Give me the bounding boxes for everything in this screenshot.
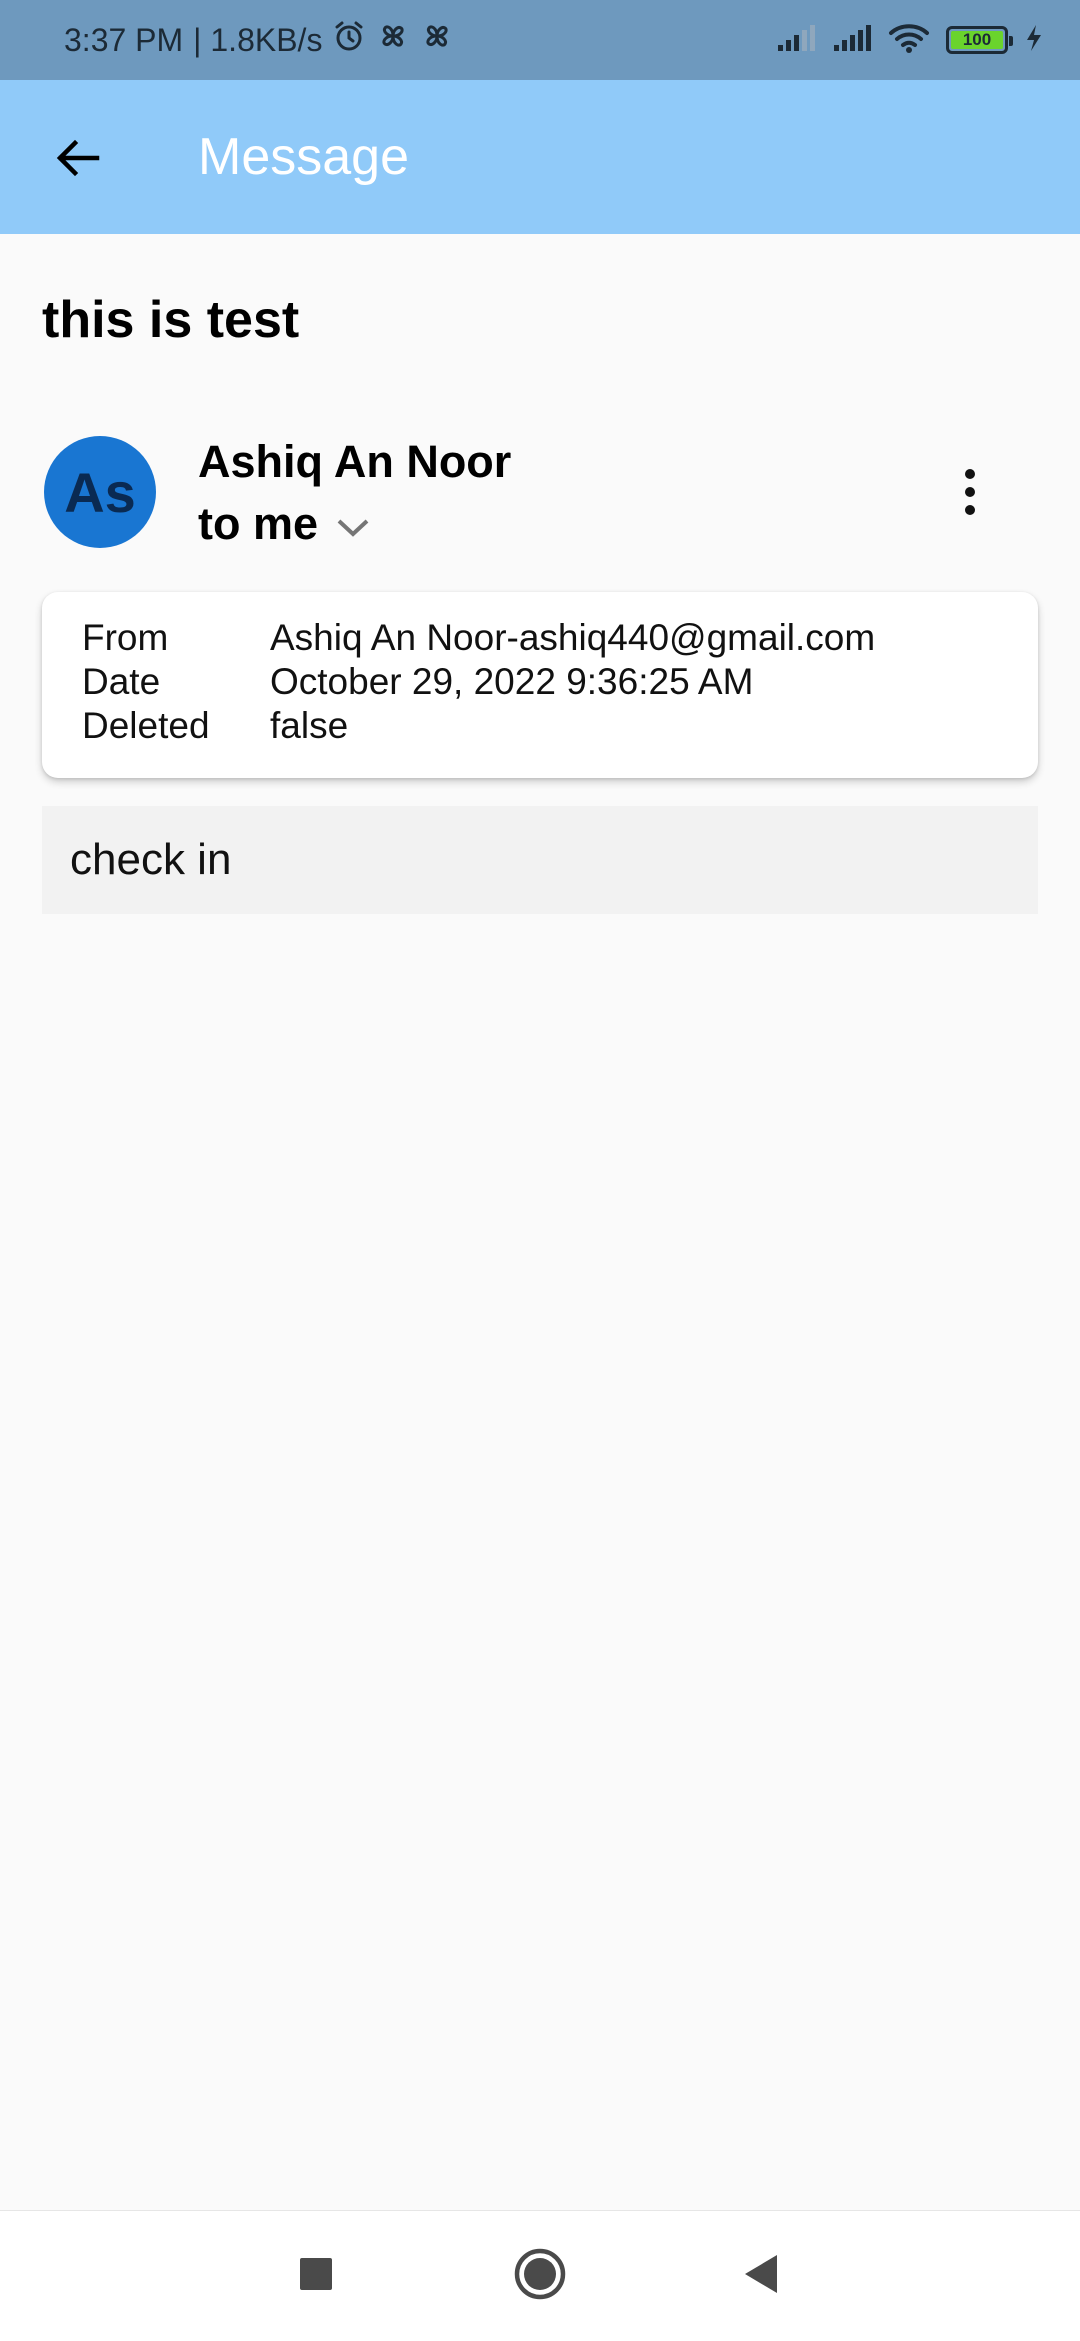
recipient-label: to me xyxy=(198,498,319,549)
detail-label: Date xyxy=(82,661,161,702)
detail-label: Deleted xyxy=(82,705,210,746)
signal-icon xyxy=(832,23,872,58)
sender-name: Ashiq An Noor xyxy=(198,436,512,487)
arrow-back-icon xyxy=(53,133,103,188)
battery-level-text: 100 xyxy=(962,30,992,49)
system-back-button[interactable] xyxy=(726,2241,796,2311)
detail-value-date: October 29, 2022 9:36:25 AM xyxy=(270,661,754,702)
signal-icon xyxy=(776,23,816,58)
system-navigation-bar xyxy=(0,2210,1080,2341)
recents-button[interactable] xyxy=(281,2241,351,2311)
status-time: 3:37 PM xyxy=(64,21,184,58)
home-button[interactable] xyxy=(505,2241,575,2311)
pinwheel-icon xyxy=(420,19,454,61)
wifi-icon xyxy=(888,22,930,59)
more-options-button[interactable] xyxy=(930,452,1010,532)
avatar: As xyxy=(44,436,156,548)
charging-bolt-icon xyxy=(1024,23,1044,58)
triangle-back-icon xyxy=(741,2252,781,2301)
pinwheel-icon xyxy=(376,19,410,61)
detail-row-date: Date October 29, 2022 9:36:25 AM xyxy=(82,660,1038,704)
chevron-down-icon xyxy=(336,498,370,550)
detail-value-from: Ashiq An Noor-ashiq440@gmail.com xyxy=(270,617,876,658)
status-right: 100 xyxy=(776,0,1044,80)
alarm-icon xyxy=(332,19,366,61)
detail-value-deleted: false xyxy=(270,705,349,746)
page-title: Message xyxy=(198,128,409,186)
square-icon xyxy=(299,2257,333,2296)
message-body: check in xyxy=(42,806,1038,914)
detail-row-from: From Ashiq An Noor-ashiq440@gmail.com xyxy=(82,616,1038,660)
status-left: 3:37 PM | 1.8KB/s xyxy=(64,0,454,80)
app-bar: Message xyxy=(0,80,1080,234)
status-network-speed: | 1.8KB/s xyxy=(193,21,323,58)
message-subject: this is test xyxy=(42,291,300,349)
more-vert-dot xyxy=(965,505,975,515)
detail-label: From xyxy=(82,617,169,658)
more-vert-icon xyxy=(965,469,975,479)
battery-cap xyxy=(1009,36,1013,46)
status-bar: 3:37 PM | 1.8KB/s 100 xyxy=(0,0,1080,80)
detail-row-deleted: Deleted false xyxy=(82,704,1038,748)
battery-icon: 100 xyxy=(946,26,1013,54)
circle-icon xyxy=(513,2247,567,2306)
recipient-toggle[interactable]: to me xyxy=(198,498,370,550)
back-button[interactable] xyxy=(38,120,118,200)
more-vert-dot xyxy=(965,487,975,497)
message-details-card: From Ashiq An Noor-ashiq440@gmail.com Da… xyxy=(42,592,1038,778)
